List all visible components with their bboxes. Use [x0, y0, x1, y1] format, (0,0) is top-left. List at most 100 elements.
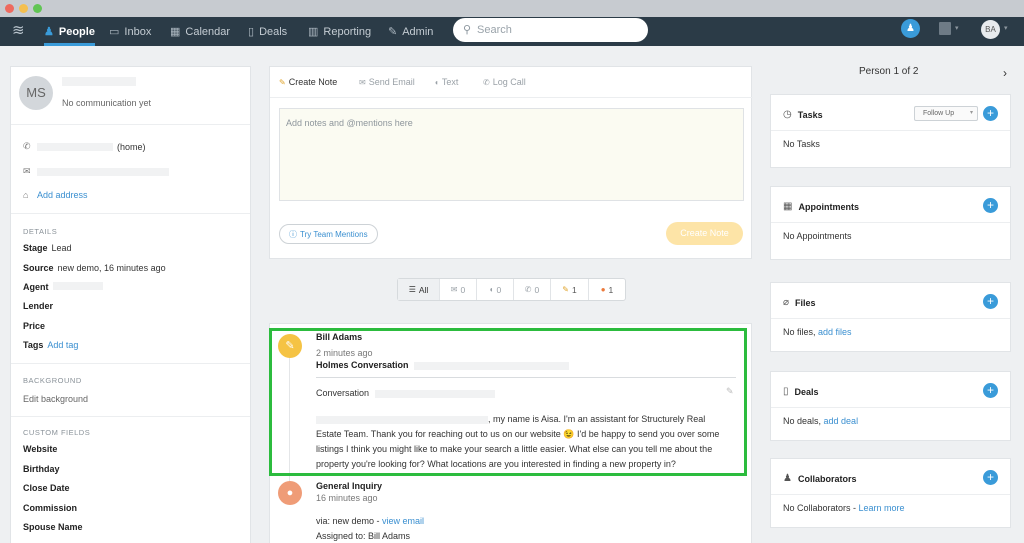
people-icon: ♟	[783, 473, 792, 484]
custom-field-website[interactable]: Website	[23, 444, 61, 454]
clock-icon: ◷	[783, 109, 792, 120]
conversation-icon: ●	[278, 481, 302, 505]
edit-background-link[interactable]: Edit background	[23, 394, 88, 404]
tab-send-email[interactable]: ✉ Send Email	[359, 67, 415, 97]
tags-field: Tags Add tag	[23, 340, 78, 350]
phone-type: (home)	[117, 141, 146, 152]
add-appointment-button[interactable]: +	[983, 198, 998, 213]
pin-icon: ✎	[562, 285, 569, 294]
calendar-icon: ▦	[783, 201, 793, 212]
agent-field[interactable]: Agent	[23, 282, 103, 292]
chevron-down-icon: ▾	[969, 110, 973, 116]
card-header: ♟ Collaborators	[783, 473, 856, 484]
chevron-right-icon[interactable]: ›	[1003, 66, 1007, 80]
divider	[316, 377, 736, 378]
paperclip-icon: ⌀	[783, 297, 790, 308]
nav-label: Admin	[402, 25, 434, 38]
field-label: Close Date	[23, 483, 70, 493]
add-tag-link[interactable]: Add tag	[47, 340, 78, 350]
feed-item-title: Holmes Conversation	[316, 360, 570, 370]
learn-more-link[interactable]: Learn more	[859, 503, 905, 513]
add-deal-button[interactable]: +	[983, 383, 998, 398]
add-person-icon[interactable]: ♟	[901, 19, 920, 38]
price-field[interactable]: Price	[23, 321, 49, 331]
nav-label: Reporting	[323, 25, 372, 38]
tab-text[interactable]: ◖ Text	[434, 67, 458, 97]
filter-count: 1	[571, 284, 577, 295]
activity-composer: ✎ Create Note ✉ Send Email ◖ Text ✆ Log …	[269, 66, 753, 259]
wrench-icon: ✎	[388, 26, 398, 38]
edit-pencil-icon[interactable]: ✎	[726, 386, 734, 397]
email-icon: ✉	[23, 166, 31, 176]
field-label: Lender	[23, 301, 54, 311]
field-value: Lead	[51, 243, 72, 253]
note-input[interactable]	[280, 109, 743, 200]
field-label: Price	[23, 321, 46, 331]
add-address-link[interactable]: Add address	[37, 190, 88, 200]
divider	[11, 124, 250, 125]
nav-label: Inbox	[124, 25, 152, 38]
tasks-card: ◷ Tasks Follow Up ▾ + No Tasks	[770, 94, 1011, 168]
appointments-card: ▦ Appointments + No Appointments	[770, 186, 1011, 260]
feed-item-time: 16 minutes ago	[316, 493, 378, 503]
lender-field[interactable]: Lender	[23, 301, 57, 311]
nav-reporting[interactable]: ▥ Reporting	[308, 17, 371, 46]
details-heading: DETAILS	[23, 227, 58, 236]
nav-admin[interactable]: ✎ Admin	[388, 17, 433, 46]
close-window-button[interactable]	[5, 4, 14, 13]
add-file-button[interactable]: +	[983, 294, 998, 309]
tab-log-call[interactable]: ✆ Log Call	[483, 67, 526, 97]
filter-all[interactable]: ☰ All	[398, 279, 439, 300]
custom-field-spouse-name[interactable]: Spouse Name	[23, 522, 87, 532]
book-icon[interactable]	[939, 22, 951, 35]
add-files-link[interactable]: add files	[818, 327, 852, 337]
background-heading: BACKGROUND	[23, 376, 82, 385]
add-task-button[interactable]: +	[983, 106, 998, 121]
person-icon: ♟	[44, 26, 54, 38]
person-counter: Person 1 of 2	[859, 66, 919, 77]
filter-text[interactable]: ◖ 0	[476, 279, 513, 300]
email-row[interactable]: ✉	[23, 166, 169, 177]
tab-create-note[interactable]: ✎ Create Note	[279, 67, 337, 97]
conversation-label: Conversation	[316, 388, 370, 398]
phone-row[interactable]: ✆ (home)	[23, 141, 146, 152]
chevron-down-icon[interactable]: ▾	[1004, 24, 1008, 32]
add-deal-link[interactable]: add deal	[824, 416, 859, 426]
select-value: Follow Up	[923, 110, 955, 117]
chevron-down-icon[interactable]: ▾	[955, 24, 959, 32]
field-label: Stage	[23, 243, 48, 253]
custom-field-commission[interactable]: Commission	[23, 503, 81, 513]
stage-field[interactable]: Stage Lead	[23, 243, 72, 253]
try-team-mentions-button[interactable]: ⓘ Try Team Mentions	[279, 224, 378, 244]
view-email-link[interactable]: view email	[382, 516, 424, 526]
source-field[interactable]: Source new demo, 16 minutes ago	[23, 263, 166, 273]
maximize-window-button[interactable]	[33, 4, 42, 13]
search-box[interactable]: ⚲	[453, 18, 648, 42]
custom-field-birthday[interactable]: Birthday	[23, 464, 64, 474]
note-editor[interactable]	[279, 108, 744, 201]
custom-field-close-date[interactable]: Close Date	[23, 483, 74, 493]
filter-notes[interactable]: ✎ 1	[550, 279, 588, 300]
nav-inbox[interactable]: ▭ Inbox	[109, 17, 151, 46]
filter-conversations[interactable]: ● 1	[588, 279, 625, 300]
divider	[771, 130, 1010, 131]
button-label: Try Team Mentions	[300, 229, 368, 239]
address-row[interactable]: ⌂ Add address	[23, 190, 88, 200]
nav-calendar[interactable]: ▦ Calendar	[170, 17, 230, 46]
filter-email[interactable]: ✉ 0	[439, 279, 476, 300]
follow-up-select[interactable]: Follow Up ▾	[914, 106, 978, 121]
nav-deals[interactable]: ▯ Deals	[248, 17, 287, 46]
filter-call[interactable]: ✆ 0	[513, 279, 550, 300]
home-icon: ⌂	[23, 190, 29, 200]
app-logo-icon[interactable]: ≋	[12, 23, 25, 38]
communication-status: No communication yet	[62, 98, 152, 108]
nav-people[interactable]: ♟ People	[44, 17, 95, 46]
user-avatar[interactable]: BA	[981, 20, 1000, 39]
add-collaborator-button[interactable]: +	[983, 470, 998, 485]
search-icon: ⚲	[463, 24, 472, 36]
nav-label: People	[58, 25, 95, 38]
divider	[11, 363, 250, 364]
minimize-window-button[interactable]	[19, 4, 28, 13]
search-input[interactable]	[477, 22, 637, 38]
create-note-button[interactable]: Create Note	[666, 222, 743, 245]
